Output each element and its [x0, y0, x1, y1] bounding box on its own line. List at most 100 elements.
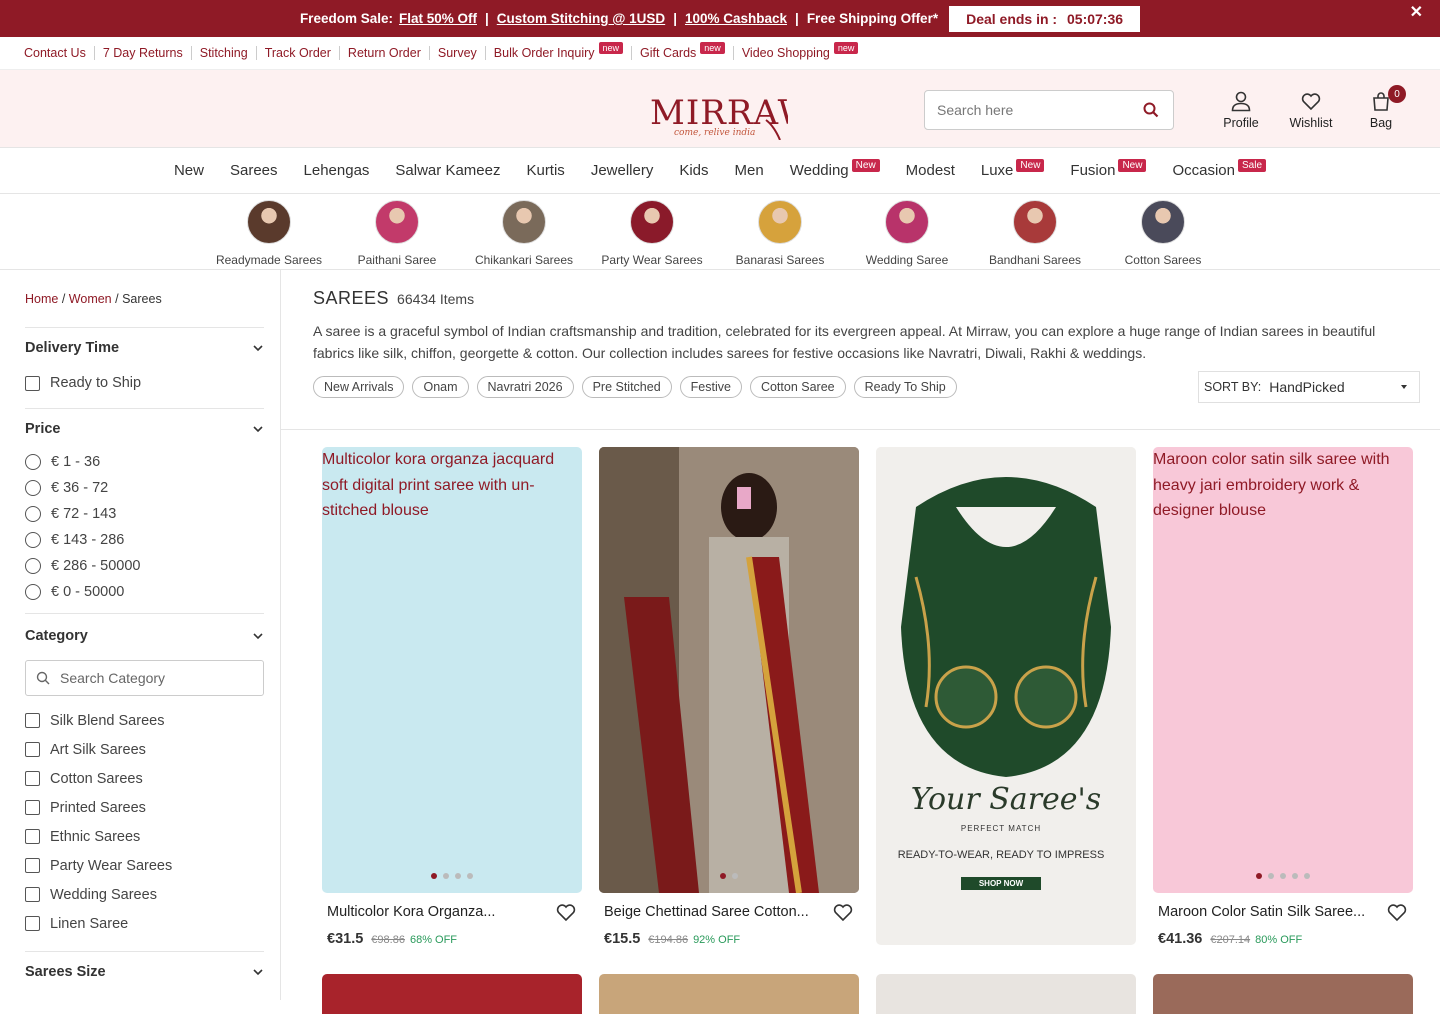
product-image[interactable] — [599, 447, 859, 893]
sort-select[interactable]: SORT BY: HandPicked — [1198, 371, 1420, 403]
category-item[interactable]: Banarasi Sarees — [716, 200, 844, 267]
util-link[interactable]: Return Order — [340, 46, 430, 60]
close-icon[interactable]: ✕ — [1410, 2, 1423, 22]
wishlist-button[interactable]: Wishlist — [1276, 90, 1346, 130]
nav-item-wedding[interactable]: Wedding New — [777, 159, 893, 179]
filter-category-header[interactable]: Category — [25, 614, 264, 658]
nav-item-salwar-kameez[interactable]: Salwar Kameez — [382, 162, 513, 179]
product-card-next[interactable] — [1153, 974, 1413, 1014]
checkbox[interactable] — [25, 375, 40, 391]
nav-item-kurtis[interactable]: Kurtis — [513, 162, 577, 179]
filter-option-category[interactable]: Art Silk Sarees — [25, 735, 264, 764]
checkbox[interactable] — [25, 800, 40, 815]
nav-item-new[interactable]: New — [161, 162, 217, 179]
util-link[interactable]: 7 Day Returns — [95, 46, 192, 60]
product-image[interactable]: Multicolor kora organza jacquard soft di… — [322, 447, 582, 893]
category-item[interactable]: Party Wear Sarees — [588, 200, 716, 267]
filter-delivery-header[interactable]: Delivery Time — [25, 328, 264, 368]
category-item[interactable]: Bandhani Sarees — [971, 200, 1099, 267]
product-card[interactable]: Maroon color satin silk saree with heavy… — [1153, 447, 1413, 947]
carousel-dot[interactable] — [1280, 873, 1286, 879]
util-link[interactable]: Track Order — [257, 46, 340, 60]
filter-price-header[interactable]: Price — [25, 409, 264, 449]
product-name[interactable]: Beige Chettinad Saree Cotton... — [604, 904, 809, 920]
filter-size-header[interactable]: Sarees Size — [25, 952, 264, 992]
product-card-next[interactable] — [322, 974, 582, 1014]
filter-option-price[interactable]: € 143 - 286 — [25, 527, 264, 553]
product-card[interactable]: Your Saree's PERFECT MATCH READY-TO-WEAR, … — [876, 447, 1136, 945]
filter-option-price[interactable]: € 36 - 72 — [25, 475, 264, 501]
nav-item-sarees[interactable]: Sarees — [217, 162, 291, 179]
filter-option-category[interactable]: Printed Sarees — [25, 793, 264, 822]
filter-option-price[interactable]: € 0 - 50000 — [25, 579, 264, 605]
filter-chip[interactable]: Navratri 2026 — [476, 376, 574, 398]
checkbox[interactable] — [25, 713, 40, 728]
bag-button[interactable]: 0 Bag — [1346, 85, 1416, 130]
filter-chip[interactable]: Ready To Ship — [853, 376, 957, 398]
carousel-dot[interactable] — [732, 873, 738, 879]
checkbox[interactable] — [25, 771, 40, 786]
util-link[interactable]: Contact Us — [24, 46, 95, 60]
filter-option-category[interactable]: Ethnic Sarees — [25, 822, 264, 851]
nav-item-kids[interactable]: Kids — [666, 162, 721, 179]
filter-chip[interactable]: Cotton Saree — [749, 376, 846, 398]
carousel-dot[interactable] — [1304, 873, 1310, 879]
carousel-dot[interactable] — [431, 873, 437, 879]
product-image[interactable]: Maroon color satin silk saree with heavy… — [1153, 447, 1413, 893]
product-card[interactable]: Beige Chettinad Saree Cotton... €15.5 €194… — [599, 447, 859, 947]
category-item[interactable]: Chikankari Sarees — [460, 200, 588, 267]
product-image[interactable]: Your Saree's PERFECT MATCH READY-TO-WEAR, … — [876, 447, 1136, 945]
carousel-dot[interactable] — [1268, 873, 1274, 879]
search-icon[interactable] — [1143, 102, 1159, 118]
nav-item-fusion[interactable]: Fusion New — [1057, 159, 1159, 179]
checkbox[interactable] — [25, 887, 40, 902]
carousel-dot[interactable] — [1292, 873, 1298, 879]
carousel-dot[interactable] — [720, 873, 726, 879]
promo-offer-flat[interactable]: Flat 50% Off — [399, 11, 477, 26]
promo-offer-stitching[interactable]: Custom Stitching @ 1USD — [497, 11, 665, 26]
nav-item-men[interactable]: Men — [722, 162, 777, 179]
product-card-next[interactable] — [599, 974, 859, 1014]
breadcrumb-women[interactable]: Women — [69, 292, 112, 306]
radio-button[interactable] — [25, 454, 41, 470]
search-input[interactable]: Search here — [924, 90, 1174, 130]
product-name[interactable]: Multicolor Kora Organza... — [327, 904, 495, 920]
nav-item-lehengas[interactable]: Lehengas — [291, 162, 383, 179]
filter-option-category[interactable]: Cotton Sarees — [25, 764, 264, 793]
util-link[interactable]: Gift Cards new — [632, 42, 734, 60]
radio-button[interactable] — [25, 506, 41, 522]
filter-chip[interactable]: New Arrivals — [313, 376, 405, 398]
carousel-dot[interactable] — [467, 873, 473, 879]
carousel-dot[interactable] — [1256, 873, 1262, 879]
heart-icon[interactable] — [555, 901, 577, 923]
checkbox[interactable] — [25, 858, 40, 873]
radio-button[interactable] — [25, 532, 41, 548]
util-link[interactable]: Stitching — [192, 46, 257, 60]
nav-item-occasion[interactable]: Occasion Sale — [1159, 159, 1279, 179]
promo-offer-cashback[interactable]: 100% Cashback — [685, 11, 787, 26]
filter-chip[interactable]: Onam — [412, 376, 469, 398]
filter-option-category[interactable]: Linen Saree — [25, 909, 264, 938]
radio-button[interactable] — [25, 480, 41, 496]
carousel-dot[interactable] — [443, 873, 449, 879]
carousel-dots[interactable] — [1153, 873, 1413, 879]
filter-option-category[interactable]: Wedding Sarees — [25, 880, 264, 909]
heart-icon[interactable] — [1386, 901, 1408, 923]
carousel-dots[interactable] — [322, 873, 582, 879]
brand-logo[interactable]: MIRRAW come, relive india — [648, 80, 788, 140]
nav-item-modest[interactable]: Modest — [893, 162, 968, 179]
filter-option-category[interactable]: Silk Blend Sarees — [25, 706, 264, 735]
filter-option-price[interactable]: € 1 - 36 — [25, 449, 264, 475]
util-link[interactable]: Bulk Order Inquiry new — [486, 42, 633, 60]
carousel-dots[interactable] — [599, 873, 859, 879]
filter-option-category[interactable]: Party Wear Sarees — [25, 851, 264, 880]
nav-item-jewellery[interactable]: Jewellery — [578, 162, 667, 179]
filter-option-ready-to-ship[interactable]: Ready to Ship — [25, 370, 264, 396]
category-item[interactable]: Cotton Sarees — [1099, 200, 1227, 267]
carousel-dot[interactable] — [455, 873, 461, 879]
filter-chip[interactable]: Festive — [679, 376, 742, 398]
checkbox[interactable] — [25, 916, 40, 931]
category-item[interactable]: Paithani Saree — [333, 200, 461, 267]
nav-item-luxe[interactable]: Luxe New — [968, 159, 1058, 179]
radio-button[interactable] — [25, 584, 41, 600]
